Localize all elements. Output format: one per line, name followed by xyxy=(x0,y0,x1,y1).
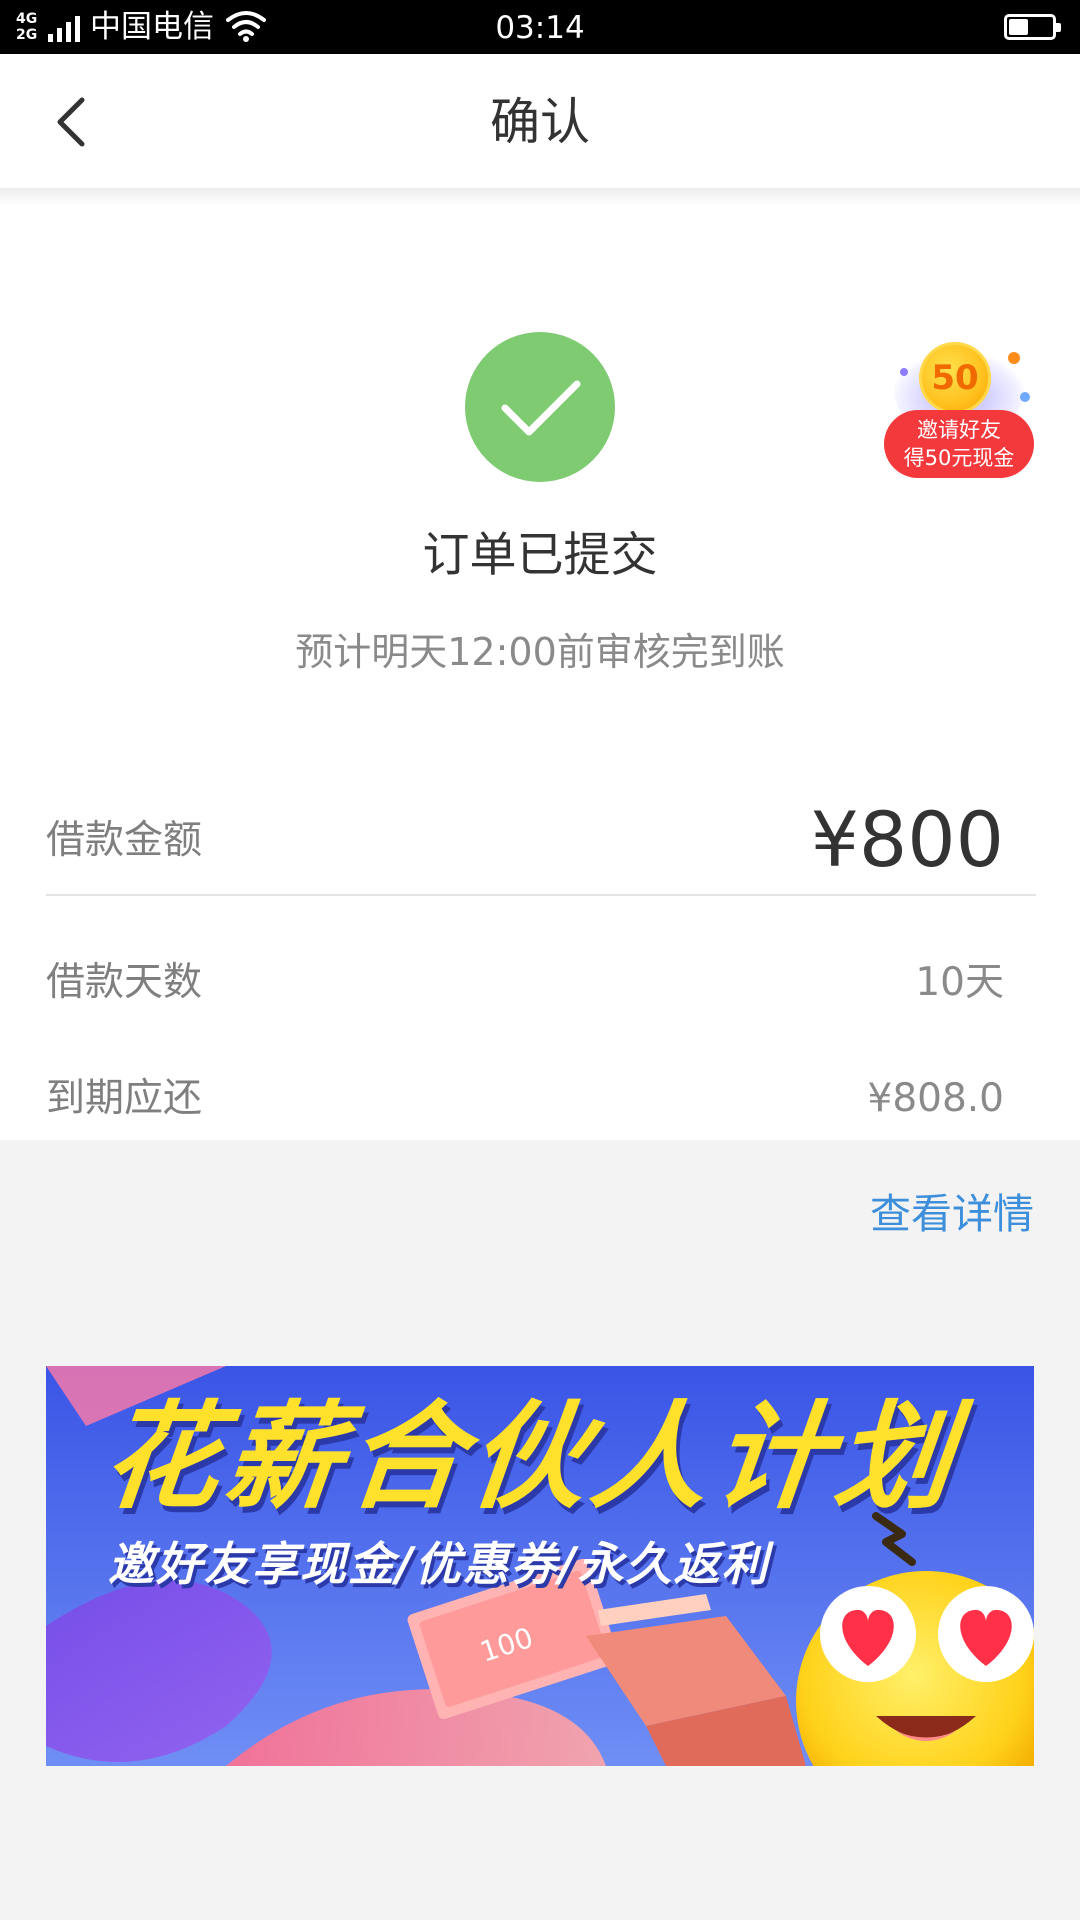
decor-dot xyxy=(1008,352,1020,364)
invite-line2: 得50元现金 xyxy=(903,446,1015,470)
view-details-link[interactable]: 查看详情 xyxy=(870,1186,1034,1242)
order-status-title: 订单已提交 xyxy=(422,528,658,583)
loan-amount-value: ¥800 xyxy=(810,795,1004,884)
nav-bar: 确认 xyxy=(0,54,1080,188)
loan-days-label: 借款天数 xyxy=(46,960,203,1005)
due-amount-value: ¥808.0 xyxy=(867,1076,1004,1121)
invite-line1: 邀请好友 xyxy=(917,418,1001,442)
battery-level xyxy=(1009,19,1028,35)
nav-divider xyxy=(0,188,1080,206)
check-circle-icon xyxy=(465,332,615,482)
decor-dot xyxy=(1020,392,1030,402)
coin-icon: 50 xyxy=(919,342,991,414)
due-amount-label: 到期应还 xyxy=(46,1076,203,1121)
coin-text: 50 xyxy=(931,358,979,398)
due-amount-row: 到期应还 ¥808.0 xyxy=(46,1064,1036,1134)
loan-days-value: 10天 xyxy=(915,960,1004,1005)
clock: 03:14 xyxy=(495,10,585,46)
confirmation-panel: 50 邀请好友 得50元现金 订单已提交 预计明天12:00前审核完到账 借款金… xyxy=(0,206,1080,1140)
decor-dot xyxy=(900,368,908,376)
page-title: 确认 xyxy=(490,93,590,151)
invite-friends-badge[interactable]: 50 邀请好友 得50元现金 xyxy=(882,332,1036,492)
loan-days-row: 借款天数 10天 xyxy=(46,948,1036,1018)
status-bar: 4G 2G 中国电信 03:14 xyxy=(0,0,1080,54)
banner-subtitle: 邀好友享现金/优惠券/永久返利 xyxy=(108,1537,770,1591)
banner-title: 花薪合伙人计划 xyxy=(96,1390,966,1525)
promo-banner[interactable]: 100 花薪合伙人计划 邀好友享现金/优惠券/永久返利 xyxy=(46,1366,1034,1766)
invite-label: 邀请好友 得50元现金 xyxy=(884,410,1034,478)
loan-amount-row: 借款金额 ¥800 xyxy=(46,786,1036,896)
order-status-subtitle: 预计明天12:00前审核完到账 xyxy=(295,630,785,674)
loan-amount-label: 借款金额 xyxy=(46,818,203,863)
battery-icon xyxy=(1004,14,1061,40)
